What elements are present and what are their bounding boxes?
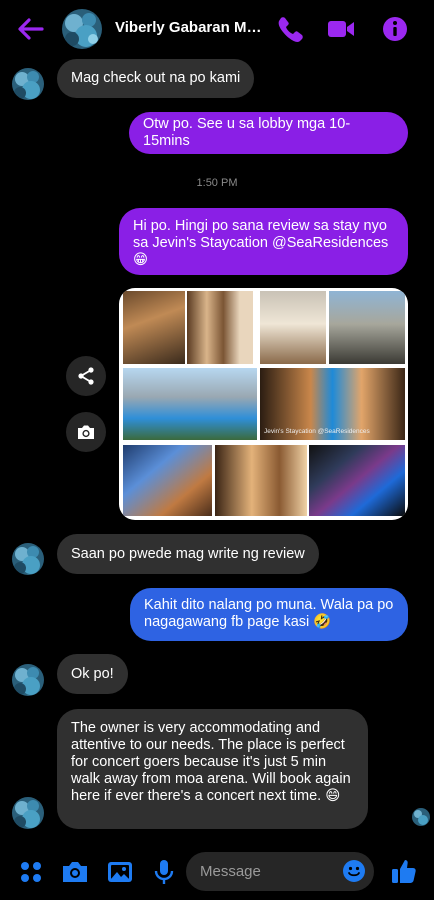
message-bubble-outgoing[interactable]: Hi po. Hingi po sana review sa stay nyo … (119, 208, 408, 275)
message-text: Kahit dito nalang po muna. Wala pa po na… (144, 597, 394, 630)
photo-tile (260, 291, 326, 364)
phone-icon[interactable] (274, 14, 304, 44)
contact-avatar[interactable] (62, 9, 102, 49)
camera-icon[interactable] (66, 412, 106, 452)
photo-tile (187, 291, 253, 364)
photo-tile (123, 368, 257, 440)
chat-header: Viberly Gabaran Mon... (0, 0, 434, 58)
microphone-icon[interactable] (150, 858, 178, 886)
contact-avatar-small[interactable] (12, 543, 44, 575)
photo-collage-attachment[interactable] (119, 288, 408, 520)
thumbs-up-icon[interactable] (391, 857, 417, 885)
message-text: Mag check out na po kami (71, 70, 241, 86)
message-timestamp: 1:50 PM (196, 177, 238, 189)
share-icon[interactable] (66, 356, 106, 396)
info-icon[interactable] (380, 14, 410, 44)
message-text: Saan po pwede mag write ng review (71, 545, 305, 562)
message-bubble-outgoing[interactable]: Otw po. See u sa lobby mga 10-15mins (129, 112, 408, 154)
message-text: Hi po. Hingi po sana review sa stay nyo … (133, 218, 389, 268)
video-camera-icon[interactable] (326, 14, 356, 44)
contact-avatar-small[interactable] (12, 68, 44, 100)
emoji-icon[interactable] (342, 859, 366, 883)
back-arrow-icon[interactable] (14, 14, 46, 44)
apps-grid-icon[interactable] (17, 858, 45, 886)
camera-icon[interactable] (61, 858, 89, 886)
contact-avatar-small[interactable] (12, 797, 44, 829)
photo-tile (123, 445, 212, 516)
gallery-icon[interactable] (106, 858, 134, 886)
message-bubble-incoming[interactable]: The owner is very accommodating and atte… (57, 709, 368, 829)
collage-caption: Jevin's Staycation @SeaResidences (264, 428, 370, 435)
message-bubble-outgoing[interactable]: Kahit dito nalang po muna. Wala pa po na… (130, 588, 408, 641)
seen-receipt-avatar (412, 808, 430, 826)
photo-tile (123, 291, 185, 364)
message-bubble-incoming[interactable]: Mag check out na po kami (57, 59, 255, 98)
message-text: The owner is very accommodating and atte… (71, 720, 351, 804)
message-text: Otw po. See u sa lobby mga 10-15mins (143, 116, 351, 149)
message-bubble-incoming[interactable]: Ok po! (57, 654, 128, 694)
message-text: Ok po! (71, 665, 114, 682)
message-bubble-incoming[interactable]: Saan po pwede mag write ng review (57, 534, 319, 574)
contact-name[interactable]: Viberly Gabaran Mon... (115, 19, 267, 36)
photo-tile (215, 445, 307, 516)
photo-tile (329, 291, 405, 364)
contact-avatar-small[interactable] (12, 664, 44, 696)
photo-tile (309, 445, 405, 516)
